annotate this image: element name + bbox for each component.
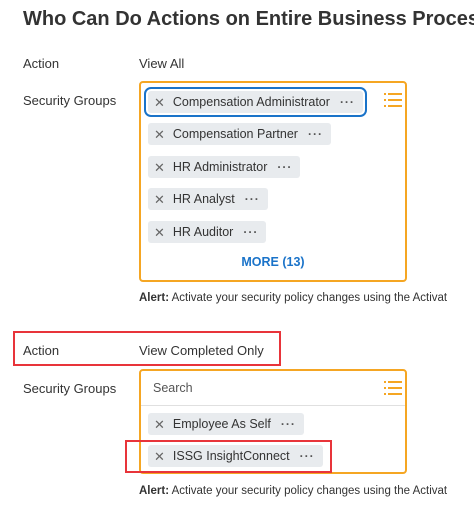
more-link[interactable]: MORE (13) (141, 255, 405, 269)
security-groups-label: Security Groups (23, 381, 117, 396)
page-title: Who Can Do Actions on Entire Business Pr… (23, 8, 474, 30)
group-pill-label: HR Auditor (172, 225, 234, 239)
action-value: View All (139, 56, 185, 71)
group-pill[interactable]: ✕ HR Analyst ··· (148, 188, 268, 210)
ellipsis-icon[interactable]: ··· (243, 226, 258, 238)
group-pill[interactable]: ✕ Compensation Administrator ··· (144, 87, 367, 117)
alert-prefix: Alert: (139, 292, 170, 304)
ellipsis-icon[interactable]: ··· (340, 96, 355, 108)
group-pill[interactable]: ✕ HR Auditor ··· (148, 221, 267, 243)
alert-message: Alert: Activate your security policy cha… (139, 292, 447, 304)
ellipsis-icon[interactable]: ··· (245, 193, 260, 205)
alert-text: Activate your security policy changes us… (171, 292, 448, 304)
group-pill-label: Compensation Administrator (172, 95, 330, 109)
group-pill-label: HR Administrator (172, 160, 268, 174)
ellipsis-icon[interactable]: ··· (277, 161, 292, 173)
ellipsis-icon[interactable]: ··· (308, 128, 323, 140)
group-pill[interactable]: ✕ Compensation Partner ··· (148, 123, 331, 145)
group-highlight-box (125, 440, 332, 473)
close-icon[interactable]: ✕ (154, 418, 165, 431)
security-groups-prompt[interactable]: ✕ Compensation Administrator ··· ✕ Compe… (139, 81, 407, 282)
group-pill[interactable]: ✕ HR Administrator ··· (148, 156, 301, 178)
group-pill-label: HR Analyst (172, 192, 235, 206)
alert-prefix: Alert: (139, 485, 170, 497)
ellipsis-icon[interactable]: ··· (281, 418, 296, 430)
close-icon[interactable]: ✕ (154, 161, 165, 174)
close-icon[interactable]: ✕ (154, 128, 165, 141)
group-pill-label: Employee As Self (172, 417, 271, 431)
alert-message: Alert: Activate your security policy cha… (139, 485, 447, 497)
list-icon[interactable] (384, 93, 402, 107)
search-input[interactable]: Search (153, 381, 193, 395)
security-groups-label: Security Groups (23, 93, 117, 108)
action-label: Action (23, 343, 60, 358)
close-icon[interactable]: ✕ (154, 226, 165, 239)
action-value: View Completed Only (139, 343, 264, 358)
group-pill-label: Compensation Partner (172, 127, 298, 141)
close-icon[interactable]: ✕ (154, 96, 165, 109)
divider (141, 405, 405, 406)
close-icon[interactable]: ✕ (154, 193, 165, 206)
list-icon[interactable] (384, 381, 402, 395)
action-label: Action (23, 56, 60, 71)
alert-text: Activate your security policy changes us… (171, 485, 448, 497)
group-pill[interactable]: ✕ Employee As Self ··· (148, 413, 304, 435)
